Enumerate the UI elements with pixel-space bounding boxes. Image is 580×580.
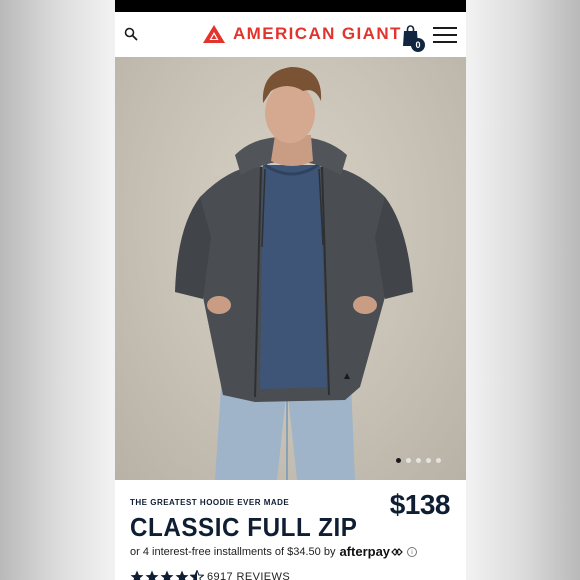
site-header: AMERICAN GIANT 0	[115, 12, 466, 57]
search-icon[interactable]	[124, 27, 138, 41]
afterpay-message: or 4 interest-free installments of $34.5…	[130, 544, 418, 559]
installments-text: or 4 interest-free installments of $34.5…	[130, 545, 336, 558]
product-eyebrow: THE GREATEST HOODIE EVER MADE	[130, 498, 290, 507]
afterpay-logo: afterpay	[339, 544, 391, 559]
review-count-link[interactable]: 6917 REVIEWS	[207, 571, 290, 580]
gallery-dot-1[interactable]	[396, 458, 401, 463]
brand-logo[interactable]: AMERICAN GIANT	[203, 23, 402, 45]
gallery-dot-5[interactable]	[436, 458, 441, 463]
rating-row[interactable]: 6917 REVIEWS	[130, 570, 290, 580]
status-bar	[115, 0, 466, 12]
logo-mark-icon	[203, 25, 225, 43]
star-icon	[130, 570, 144, 580]
product-title: CLASSIC FULL ZIP	[130, 512, 358, 542]
product-photo	[175, 67, 413, 480]
product-info: THE GREATEST HOODIE EVER MADE $138 CLASS…	[115, 480, 466, 580]
cart-count-badge: 0	[411, 38, 425, 52]
gallery-dot-2[interactable]	[406, 458, 411, 463]
product-image-gallery[interactable]	[115, 57, 466, 480]
brand-name: AMERICAN GIANT	[233, 24, 402, 43]
star-icon	[160, 570, 174, 580]
star-icon	[175, 570, 189, 580]
gallery-pagination	[396, 458, 441, 463]
afterpay-arrows-icon	[391, 547, 403, 556]
star-icon	[145, 570, 159, 580]
half-star-icon	[190, 570, 204, 580]
gallery-dot-4[interactable]	[426, 458, 431, 463]
phone-screen: AMERICAN GIANT 0 THE GREATEST HOODIE EVE…	[115, 0, 466, 580]
info-icon[interactable]: i	[407, 546, 418, 557]
product-price: $138	[389, 489, 451, 520]
hamburger-menu-icon[interactable]	[433, 26, 457, 44]
gallery-dot-3[interactable]	[416, 458, 421, 463]
